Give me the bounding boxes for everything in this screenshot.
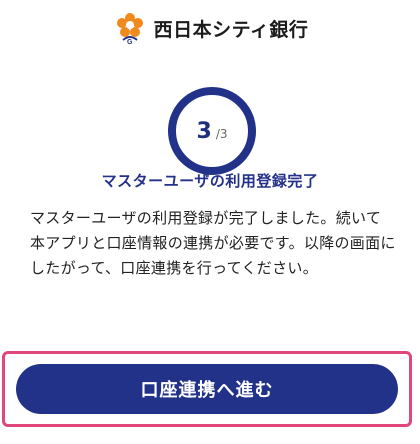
step-total: /3 [215,127,228,141]
registration-complete-screen: G 西日本シティ銀行 3 /3 マスターユーザの利用登録完了 マスターユーザの利… [0,0,420,444]
flower-logo-icon: G [116,13,143,46]
svg-text:G: G [127,39,133,46]
bank-logo: G 西日本シティ銀行 [0,8,420,48]
step-title: マスターユーザの利用登録完了 [101,172,319,190]
link-account-button[interactable]: 口座連携へ進む [16,364,398,414]
step-current: 3 [196,118,212,144]
bank-name: 西日本シティ銀行 [153,18,309,41]
step-counter: 3 /3 [164,83,260,179]
step-progress-ring: 3 /3 [164,83,260,179]
completion-message: マスターユーザの利用登録が完了しました。続いて本アプリと口座情報の連携が必要です… [30,209,396,277]
